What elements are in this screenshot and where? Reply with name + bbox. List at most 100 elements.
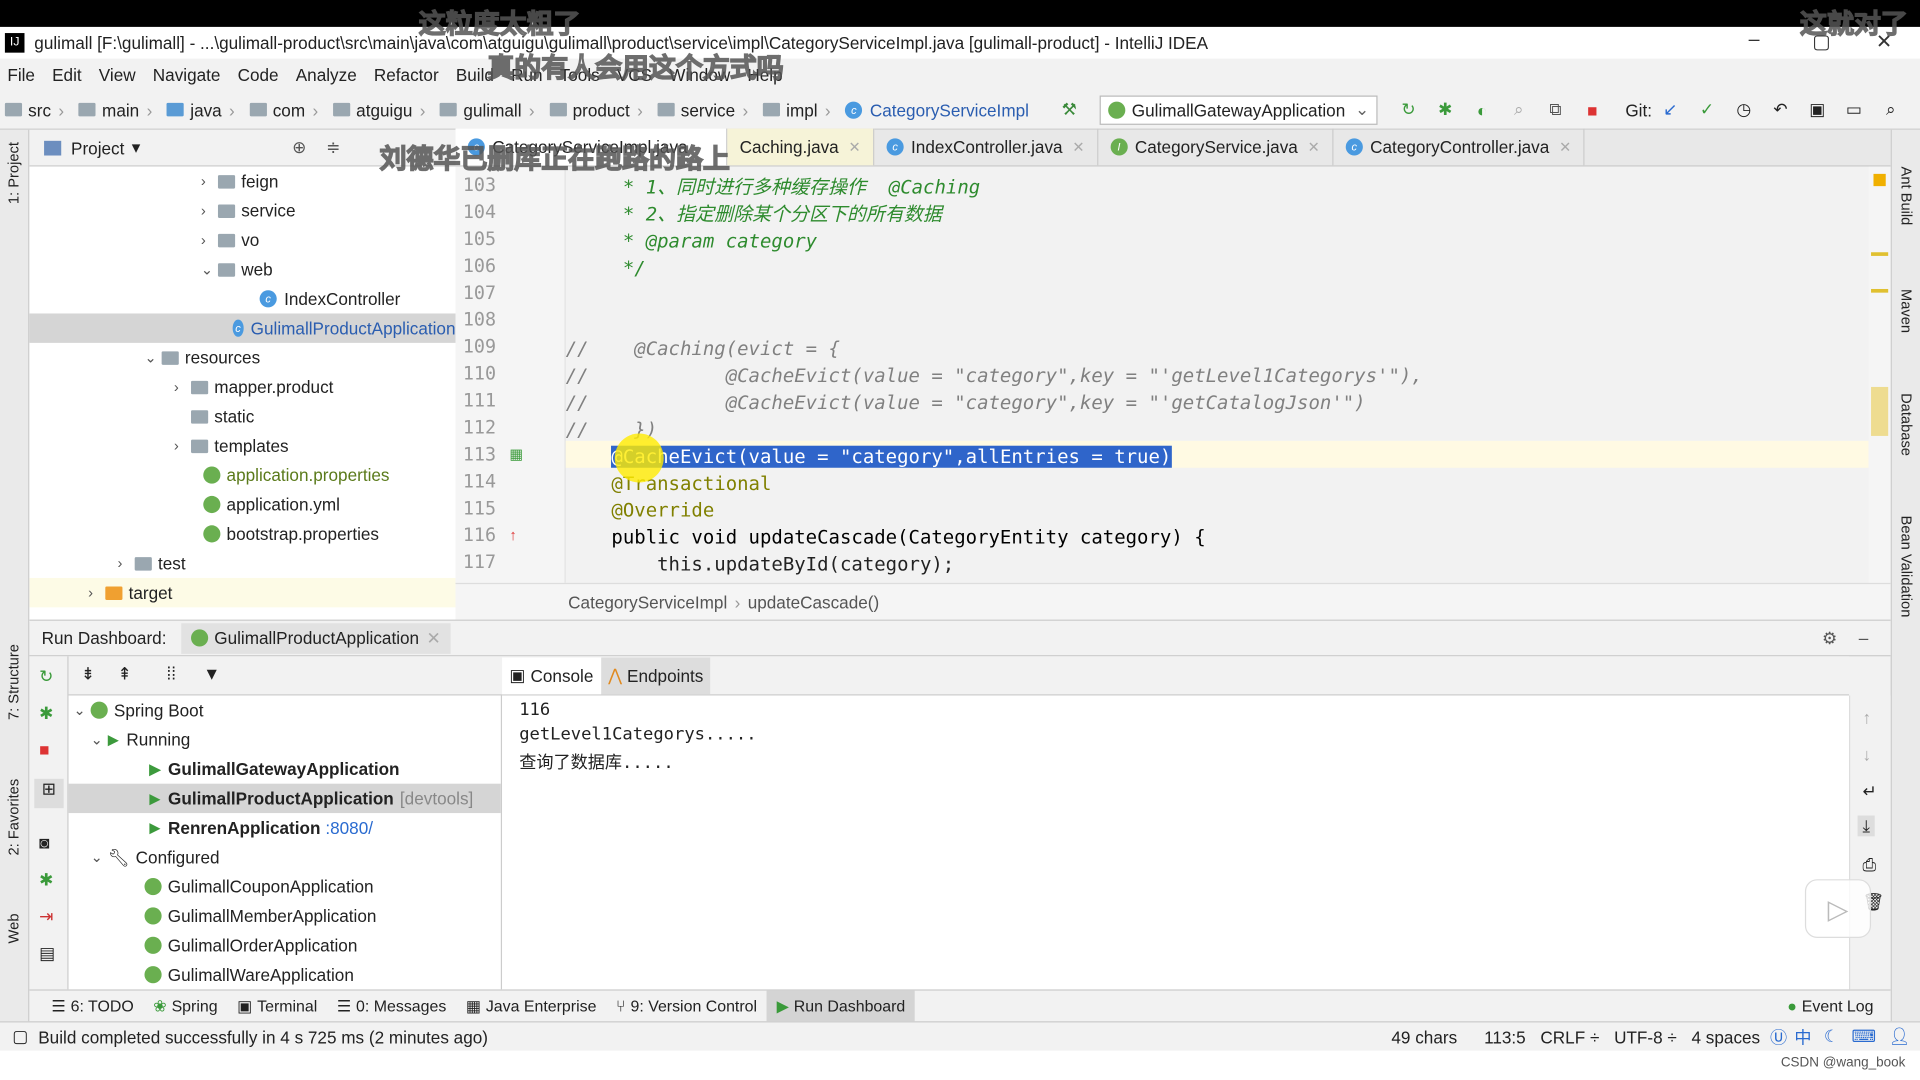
tree-item-application-properties[interactable]: application.properties (203, 460, 390, 489)
todo-tool-button[interactable]: ☰ 6: TODO (42, 990, 144, 1022)
ime-language[interactable]: 中 (1794, 1024, 1811, 1048)
status-toggle-icon[interactable]: ▢ (12, 1026, 28, 1047)
tree-item-gulimallproductapplication[interactable]: c GulimallProductApplication (29, 313, 456, 343)
crumb-atguigu[interactable]: atguigu › (332, 100, 433, 119)
hide-panel-icon[interactable]: – (1859, 628, 1869, 648)
menu-navigate[interactable]: Navigate (153, 65, 221, 85)
run-config-select[interactable]: GulimallGatewayApplication ⌄ (1099, 94, 1378, 125)
close-tab-icon[interactable]: ✕ (1559, 138, 1571, 155)
tree-item-gateway-app[interactable]: ▶ GulimallGatewayApplication (149, 754, 399, 783)
tree-item-running[interactable]: ⌄ ▶ Running (91, 725, 191, 754)
scroll-down-icon[interactable]: ↓ (1862, 744, 1871, 764)
settings-gear-icon[interactable]: ⚙ (1822, 628, 1837, 649)
event-log-tool-button[interactable]: ● Event Log (1777, 990, 1883, 1022)
crumb-service[interactable]: service › (657, 100, 756, 119)
web-tool-button[interactable]: Web (5, 913, 22, 943)
search-icon[interactable]: ⌕ (1880, 99, 1902, 121)
line-separator[interactable]: CRLF ÷ (1540, 1027, 1599, 1047)
menu-edit[interactable]: Edit (52, 65, 82, 85)
indent-setting[interactable]: 4 spaces (1692, 1027, 1761, 1047)
menu-code[interactable]: Code (238, 65, 279, 85)
debug-icon[interactable]: ✱ (39, 703, 53, 724)
bean-validation-tool-button[interactable]: Bean Validation (1898, 516, 1915, 618)
database-tool-button[interactable]: Database (1898, 393, 1915, 456)
tree-item-templates[interactable]: › templates (174, 431, 289, 460)
tree-item-member-app[interactable]: GulimallMemberApplication (144, 901, 376, 930)
breadcrumb-method[interactable]: updateCascade() (748, 592, 880, 612)
tree-item-coupon-app[interactable]: GulimallCouponApplication (144, 872, 374, 901)
crumb-src[interactable]: src › (4, 100, 72, 119)
collapse-icon[interactable]: ≑ (326, 137, 340, 158)
project-structure-icon[interactable]: ▣ (1806, 99, 1828, 121)
tree-item-test[interactable]: › test (118, 549, 186, 578)
caret-position[interactable]: 113:5 (1484, 1027, 1526, 1047)
tree-item-application-yml[interactable]: application.yml (203, 490, 340, 519)
stop-icon[interactable]: ■ (1581, 99, 1603, 121)
debug-config-icon[interactable]: ✱ (39, 869, 53, 890)
print-icon[interactable]: ⎙ (1862, 855, 1876, 876)
menu-view[interactable]: View (99, 65, 136, 85)
profile-icon[interactable]: ⌕ (1508, 99, 1530, 121)
file-encoding[interactable]: UTF-8 ÷ (1614, 1027, 1677, 1047)
coverage-icon[interactable]: ◐ (1471, 99, 1493, 121)
group-by-icon[interactable]: ⁞⁞ (167, 664, 177, 684)
spring-bean-gutter-icon[interactable]: ▦ (509, 446, 523, 463)
tab-categoryservice[interactable]: I CategoryService.java ✕ (1098, 128, 1334, 166)
tree-item-order-app[interactable]: GulimallOrderApplication (144, 931, 357, 960)
tree-item-renren-app[interactable]: ▶ RenrenApplication:8080/ (149, 813, 373, 842)
maven-tool-button[interactable]: Maven (1898, 289, 1915, 333)
run-dashboard-tool-button[interactable]: ▶ Run Dashboard (766, 990, 916, 1022)
tree-item-configured[interactable]: ⌄ 🔧︎ Configured (91, 842, 220, 871)
stop-icon[interactable]: ■ (39, 740, 49, 760)
messages-tool-button[interactable]: ☰ 0: Messages (327, 990, 456, 1022)
tree-item-mapper-product[interactable]: › mapper.product (174, 372, 334, 401)
tree-item-vo[interactable]: › vo (201, 225, 260, 254)
console-output[interactable]: 116 getLevel1Categorys..... 查询了数据库..... (502, 695, 1849, 990)
tree-item-indexcontroller[interactable]: c IndexController (259, 284, 400, 313)
tab-endpoints[interactable]: ⋀ Endpoints (600, 656, 711, 694)
tree-item-bootstrap-properties[interactable]: bootstrap.properties (203, 519, 379, 548)
collapse-all-icon[interactable]: ⇞ (118, 664, 132, 685)
expand-all-icon[interactable]: ⇟ (81, 664, 95, 685)
tab-console[interactable]: ▣ Console (502, 656, 601, 694)
tree-item-service[interactable]: › service (201, 196, 296, 225)
tab-caching[interactable]: Caching.java ✕ (727, 128, 875, 166)
crumb-java[interactable]: java › (166, 100, 242, 119)
menu-refactor[interactable]: Refactor (374, 65, 439, 85)
git-commit-icon[interactable]: ✓ (1696, 99, 1718, 121)
structure-tool-button[interactable]: 7: Structure (5, 644, 22, 720)
breadcrumb-class[interactable]: CategoryServiceImpl (568, 592, 727, 612)
tab-categorycontroller[interactable]: c CategoryController.java ✕ (1333, 128, 1585, 166)
tree-item-product-app[interactable]: ▶ GulimallProductApplication [devtools] (68, 783, 501, 814)
attach-icon[interactable]: ⧉ (1545, 99, 1567, 121)
close-tab-icon[interactable]: ✕ (426, 628, 440, 649)
spring-tool-button[interactable]: ❀ Spring (144, 990, 228, 1022)
crumb-main[interactable]: main › (78, 100, 160, 119)
minimize-button[interactable]: – (1749, 29, 1760, 51)
tree-item-static[interactable]: static (191, 402, 254, 431)
camera-icon[interactable]: ◙ (39, 833, 49, 853)
build-hammer-icon[interactable]: ⚒ (1058, 99, 1080, 121)
ant-build-tool-button[interactable]: Ant Build (1898, 167, 1915, 226)
java-enterprise-tool-button[interactable]: ▦ Java Enterprise (456, 990, 606, 1022)
crumb-gulimall[interactable]: gulimall › (440, 100, 542, 119)
project-tool-button[interactable]: 1: Project (5, 142, 22, 204)
tree-item-resources[interactable]: ⌄ resources (144, 343, 260, 372)
filter-icon[interactable]: ▼ (203, 664, 220, 684)
rerun-icon[interactable]: ↻ (1398, 99, 1420, 121)
exit-icon[interactable]: ⇥ (39, 906, 53, 927)
close-tab-icon[interactable]: ✕ (1308, 138, 1320, 155)
scroll-to-end-icon[interactable]: ⤓ (1857, 815, 1875, 837)
git-update-icon[interactable]: ↙ (1659, 99, 1681, 121)
tree-item-target[interactable]: › target (29, 577, 456, 608)
crumb-class[interactable]: c CategoryServiceImpl (845, 100, 1029, 119)
presentation-icon[interactable]: ▭ (1843, 99, 1865, 121)
tree-item-feign[interactable]: › feign (201, 167, 279, 196)
revert-icon[interactable]: ↶ (1770, 99, 1792, 121)
locate-icon[interactable]: ⊕ (292, 137, 306, 158)
version-control-tool-button[interactable]: ⑂ 9: Version Control (606, 990, 767, 1022)
crumb-com[interactable]: com › (249, 100, 325, 119)
group-icon[interactable]: ⊞ (34, 778, 64, 809)
tab-indexcontroller[interactable]: c IndexController.java ✕ (874, 128, 1099, 166)
close-tab-icon[interactable]: ✕ (1072, 138, 1084, 155)
